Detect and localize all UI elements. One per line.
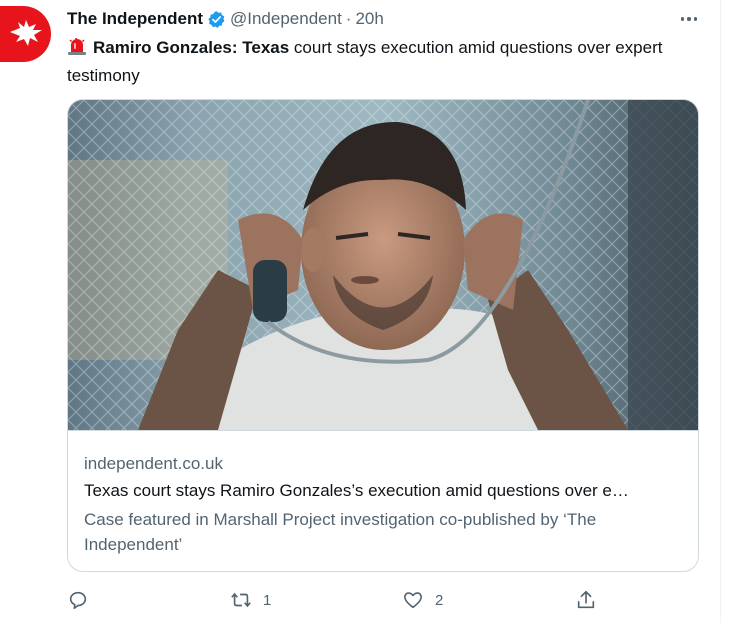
- more-options-icon[interactable]: [676, 6, 702, 32]
- eagle-logo-icon: [10, 20, 42, 46]
- heart-icon: [403, 592, 423, 609]
- user-handle[interactable]: @Independent: [230, 9, 342, 29]
- avatar[interactable]: [0, 6, 51, 62]
- tweet-actions: 1 2: [67, 588, 607, 612]
- card-title[interactable]: Texas court stays Ramiro Gonzales’s exec…: [84, 481, 684, 501]
- separator-dot: ·: [345, 9, 352, 28]
- like-count: 2: [435, 591, 444, 609]
- reply-icon: [69, 591, 87, 610]
- link-card[interactable]: independent.co.uk Texas court stays Rami…: [67, 99, 699, 572]
- timeline-divider: [720, 0, 721, 623]
- verified-badge-icon: [207, 10, 226, 29]
- tweet-text: Ramiro Gonzales: Texas court stays execu…: [67, 35, 707, 88]
- tweet-timestamp[interactable]: 20h: [355, 9, 383, 29]
- like-button[interactable]: 2: [401, 588, 443, 612]
- siren-emoji-icon: [67, 36, 87, 63]
- card-description: Case featured in Marshall Project invest…: [84, 510, 597, 554]
- tweet-header: The Independent @Independent · 20h: [67, 8, 384, 30]
- share-button[interactable]: [575, 588, 597, 612]
- reply-button[interactable]: [67, 588, 89, 612]
- card-image[interactable]: [68, 100, 698, 430]
- tweet-container: The Independent @Independent · 20h Ramir…: [0, 0, 740, 623]
- display-name[interactable]: The Independent: [67, 9, 203, 29]
- tweet-text-bold: Ramiro Gonzales: Texas: [93, 38, 290, 57]
- retweet-button[interactable]: 1: [229, 588, 271, 612]
- card-divider: [68, 430, 698, 431]
- card-domain: independent.co.uk: [84, 454, 223, 473]
- retweet-icon: [231, 592, 251, 608]
- share-icon: [577, 590, 595, 609]
- retweet-count: 1: [263, 591, 272, 609]
